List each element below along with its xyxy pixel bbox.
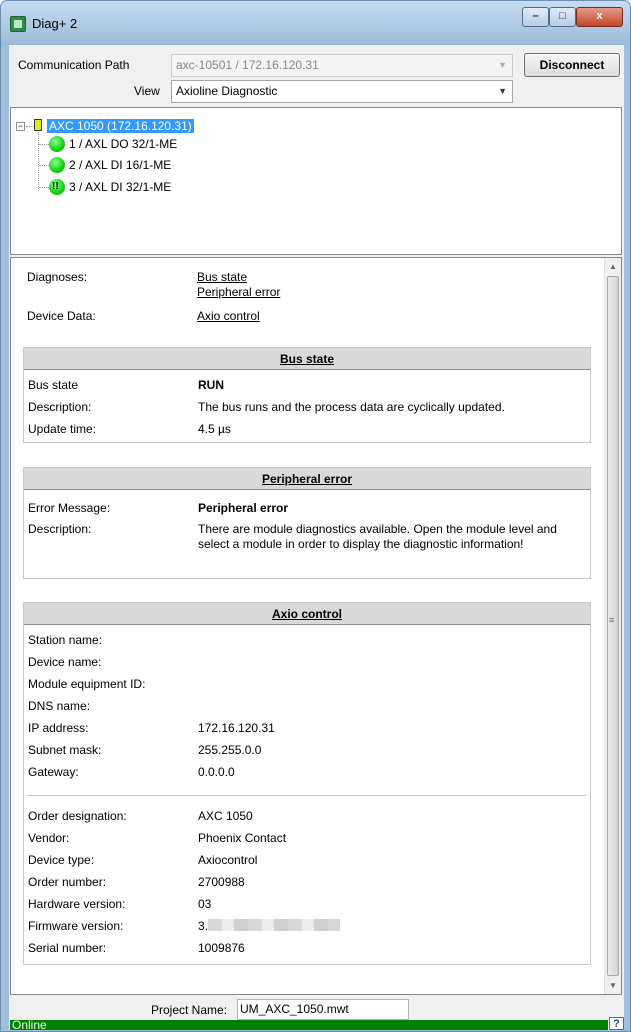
scroll-up-icon[interactable]: ▲ xyxy=(605,258,621,275)
ok-status-icon xyxy=(49,157,65,173)
project-name-field: UM_AXC_1050.mwt xyxy=(237,999,409,1020)
link-axio-control[interactable]: Axio control xyxy=(197,309,260,323)
order-designation-key: Order designation: xyxy=(28,809,127,823)
section-divider xyxy=(28,795,586,796)
status-text: Online xyxy=(12,1020,47,1030)
error-message-value: Peripheral error xyxy=(198,501,289,515)
tree-item-2[interactable]: 2 / AXL DI 16/1-ME xyxy=(69,156,171,174)
firmware-version-row: 3. xyxy=(198,919,341,933)
bus-description-key: Description: xyxy=(28,400,92,414)
detail-panel: ▲ ≡ ▼ Diagnoses: Bus state Peripheral er… xyxy=(10,257,622,995)
order-designation-value: AXC 1050 xyxy=(198,809,253,823)
diagnoses-label: Diagnoses: xyxy=(27,270,88,284)
vendor-value: Phoenix Contact xyxy=(198,831,287,845)
scroll-thumb[interactable] xyxy=(607,276,619,976)
help-icon[interactable]: ? xyxy=(609,1017,624,1030)
link-bus-state[interactable]: Bus state xyxy=(197,270,247,284)
tree-item-3[interactable]: 3 / AXL DI 32/1-ME xyxy=(69,178,171,196)
axio-control-section: Axio control Station name: Device name: … xyxy=(23,602,591,965)
tree-item-1[interactable]: 1 / AXL DO 32/1-ME xyxy=(69,135,177,153)
chevron-down-icon: ▼ xyxy=(498,86,507,96)
view-value: Axioline Diagnostic xyxy=(176,84,278,98)
comm-path-value: axc-10501 / 172.16.120.31 xyxy=(176,58,319,72)
link-peripheral-error[interactable]: Peripheral error xyxy=(197,285,280,299)
error-description-key: Description: xyxy=(28,522,92,536)
device-tree: − AXC 1050 (172.16.120.31) 1 / AXL DO 32… xyxy=(10,107,622,255)
station-name-key: Station name: xyxy=(28,633,103,647)
subnet-mask-key: Subnet mask: xyxy=(28,743,102,757)
axio-control-header: Axio control xyxy=(24,603,590,625)
ip-address-key: IP address: xyxy=(28,721,89,735)
firmware-version-value: 3. xyxy=(198,919,209,933)
bus-state-section: Bus state Bus state RUN Description: The… xyxy=(23,347,591,443)
maximize-button[interactable]: □ xyxy=(549,7,576,27)
device-type-value: Axiocontrol xyxy=(198,853,258,867)
module-equipment-id-key: Module equipment ID: xyxy=(28,677,146,691)
ok-status-icon xyxy=(49,136,65,152)
hardware-version-key: Hardware version: xyxy=(28,897,126,911)
view-label: View xyxy=(134,84,160,98)
order-number-value: 2700988 xyxy=(198,875,245,889)
bus-state-header: Bus state xyxy=(24,348,590,370)
gateway-value: 0.0.0.0 xyxy=(198,765,235,779)
vendor-key: Vendor: xyxy=(28,831,70,845)
project-row: Project Name: UM_AXC_1050.mwt xyxy=(9,999,624,1021)
chevron-down-icon: ▼ xyxy=(498,60,507,70)
error-description-value: There are module diagnostics available. … xyxy=(198,522,557,551)
tree-root-label: AXC 1050 (172.16.120.31) xyxy=(47,119,194,133)
title-bar[interactable]: Diag+ 2 – □ x xyxy=(1,1,630,45)
subnet-mask-value: 255.255.0.0 xyxy=(198,743,262,757)
gateway-key: Gateway: xyxy=(28,765,79,779)
device-name-key: Device name: xyxy=(28,655,102,669)
firmware-version-key: Firmware version: xyxy=(28,919,124,933)
project-name-value: UM_AXC_1050.mwt xyxy=(240,1002,349,1016)
peripheral-error-header: Peripheral error xyxy=(24,468,590,490)
client-area: Communication Path axc-10501 / 172.16.12… xyxy=(9,45,624,1030)
bus-state-value: RUN xyxy=(198,378,224,392)
minimize-button[interactable]: – xyxy=(522,7,549,27)
tree-root[interactable]: AXC 1050 (172.16.120.31) xyxy=(47,117,194,135)
app-icon xyxy=(10,16,26,32)
hardware-version-value: 03 xyxy=(198,897,212,911)
diag-window: Diag+ 2 – □ x Communication Path axc-105… xyxy=(0,0,631,1032)
bus-description-value: The bus runs and the process data are cy… xyxy=(198,400,505,414)
device-type-key: Device type: xyxy=(28,853,95,867)
order-number-key: Order number: xyxy=(28,875,107,889)
comm-path-combo[interactable]: axc-10501 / 172.16.120.31 ▼ xyxy=(171,54,513,77)
peripheral-error-section: Peripheral error Error Message: Peripher… xyxy=(23,467,591,579)
warning-status-icon xyxy=(49,179,65,195)
vertical-scrollbar[interactable]: ▲ ≡ ▼ xyxy=(604,258,621,994)
scroll-down-icon[interactable]: ▼ xyxy=(605,977,621,994)
device-data-label: Device Data: xyxy=(27,309,96,323)
redacted-area xyxy=(208,919,341,931)
bus-state-key: Bus state xyxy=(28,378,79,392)
collapse-icon[interactable]: − xyxy=(16,122,25,131)
update-time-key: Update time: xyxy=(28,422,97,436)
disconnect-button[interactable]: Disconnect xyxy=(524,53,620,77)
project-name-label: Project Name: xyxy=(151,1003,228,1017)
window-title: Diag+ 2 xyxy=(32,16,78,31)
view-select[interactable]: Axioline Diagnostic ▼ xyxy=(171,80,513,103)
update-time-value: 4.5 µs xyxy=(198,422,231,436)
serial-number-value: 1009876 xyxy=(198,941,245,955)
controller-icon xyxy=(34,119,42,131)
ip-address-value: 172.16.120.31 xyxy=(198,721,275,735)
status-bar: Online xyxy=(10,1020,608,1030)
error-message-key: Error Message: xyxy=(28,501,111,515)
grip-icon: ≡ xyxy=(609,615,615,625)
dns-name-key: DNS name: xyxy=(28,699,91,713)
serial-number-key: Serial number: xyxy=(28,941,107,955)
comm-path-label: Communication Path xyxy=(18,58,130,72)
close-button[interactable]: x xyxy=(576,7,623,27)
